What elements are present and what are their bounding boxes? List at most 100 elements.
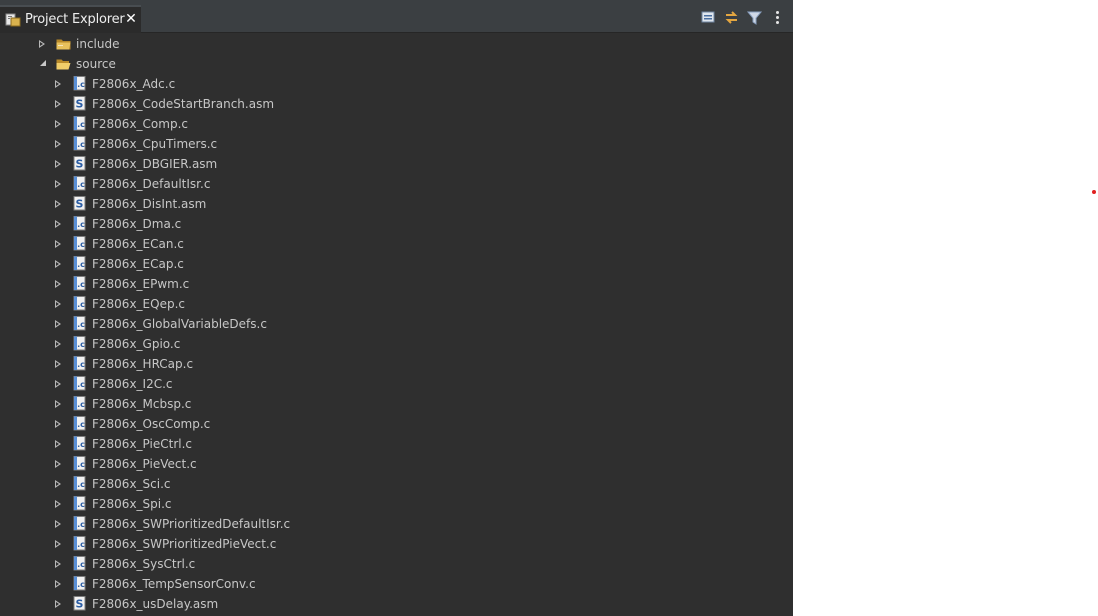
c-file-icon: .c [73,556,86,571]
tree-item-label: F2806x_EPwm.c [92,277,190,291]
tree-item-label: F2806x_usDelay.asm [92,597,219,611]
expand-arrow-icon[interactable] [55,340,61,348]
svg-text:.c: .c [77,500,85,509]
link-with-editor-icon[interactable] [723,9,740,26]
c-file-icon: .c [73,476,86,491]
expand-arrow-icon[interactable] [55,180,61,188]
expand-arrow-icon[interactable] [55,560,61,568]
tree-item-file[interactable]: .c F2806x_TempSensorConv.c [0,574,793,594]
svg-text:S: S [76,98,84,111]
tree-item-file[interactable]: .c F2806x_CpuTimers.c [0,134,793,154]
tree-item-file[interactable]: .c F2806x_Spi.c [0,494,793,514]
close-icon[interactable]: ✕ [124,12,138,26]
tree-item-file[interactable]: .c F2806x_Sci.c [0,474,793,494]
tree-item-file[interactable]: S F2806x_DisInt.asm [0,194,793,214]
expand-arrow-icon[interactable] [55,140,61,148]
expand-arrow-icon[interactable] [55,240,61,248]
svg-text:.c: .c [77,460,85,469]
expand-arrow-icon[interactable] [55,120,61,128]
tree-item-file[interactable]: .c F2806x_Mcbsp.c [0,394,793,414]
expand-arrow-icon[interactable] [55,440,61,448]
tree-item-source[interactable]: source [0,54,793,74]
tree-item-file[interactable]: .c F2806x_SWPrioritizedDefaultIsr.c [0,514,793,534]
tree-item-label: F2806x_SWPrioritizedPieVect.c [92,537,277,551]
c-file-icon: .c [73,76,86,91]
tree-item-label: F2806x_Adc.c [92,77,176,91]
tree-item-file[interactable]: .c F2806x_SWPrioritizedPieVect.c [0,534,793,554]
expand-arrow-icon[interactable] [55,80,61,88]
tree-item-file[interactable]: .c F2806x_ECan.c [0,234,793,254]
tree-item-file[interactable]: .c F2806x_SysCtrl.c [0,554,793,574]
tree-item-file[interactable]: S F2806x_usDelay.asm [0,594,793,614]
tree-item-file[interactable]: .c F2806x_ECap.c [0,254,793,274]
tree-item-file[interactable]: .c F2806x_EPwm.c [0,274,793,294]
svg-text:S: S [76,198,84,211]
expand-arrow-icon[interactable] [55,460,61,468]
expand-arrow-icon[interactable] [55,280,61,288]
collapse-arrow-icon[interactable] [40,60,46,66]
tree-item-label: F2806x_Spi.c [92,497,172,511]
expand-arrow-icon[interactable] [55,300,61,308]
tree-item-label: F2806x_Sci.c [92,477,171,491]
tree-item-file[interactable]: .c F2806x_PieCtrl.c [0,434,793,454]
tree-item-label: F2806x_I2C.c [92,377,173,391]
svg-text:.c: .c [77,480,85,489]
expand-arrow-icon[interactable] [39,40,45,48]
tree-item-label: include [76,37,120,51]
expand-arrow-icon[interactable] [55,580,61,588]
expand-arrow-icon[interactable] [55,100,61,108]
expand-arrow-icon[interactable] [55,200,61,208]
tree-item-file[interactable]: .c F2806x_PieVect.c [0,454,793,474]
filter-icon[interactable] [746,9,763,26]
tree-item-file[interactable]: .c F2806x_I2C.c [0,374,793,394]
c-file-icon: .c [73,516,86,531]
c-file-icon: .c [73,536,86,551]
tree-item-file[interactable]: .c F2806x_Comp.c [0,114,793,134]
expand-arrow-icon[interactable] [55,420,61,428]
expand-arrow-icon[interactable] [55,480,61,488]
tree-item-include[interactable]: include [0,34,793,54]
tree-item-label: F2806x_SysCtrl.c [92,557,196,571]
c-file-icon: .c [73,176,86,191]
view-menu-icon[interactable] [769,9,786,26]
tree-item-label: F2806x_PieVect.c [92,457,197,471]
tree-item-file[interactable]: .c F2806x_GlobalVariableDefs.c [0,314,793,334]
svg-text:S: S [76,158,84,171]
asm-file-icon: S [73,96,86,111]
expand-arrow-icon[interactable] [55,400,61,408]
collapse-all-icon[interactable] [700,9,717,26]
tree-item-file[interactable]: S F2806x_DBGIER.asm [0,154,793,174]
tree-item-file[interactable]: S F2806x_CodeStartBranch.asm [0,94,793,114]
tab-project-explorer[interactable]: Project Explorer ✕ [0,5,141,33]
svg-text:S: S [76,598,84,611]
svg-text:.c: .c [77,360,85,369]
expand-arrow-icon[interactable] [55,360,61,368]
tree-item-file[interactable]: .c F2806x_HRCap.c [0,354,793,374]
c-file-icon: .c [73,276,86,291]
tree-item-file[interactable]: .c F2806x_Dma.c [0,214,793,234]
asm-file-icon: S [73,596,86,611]
expand-arrow-icon[interactable] [55,160,61,168]
svg-text:.c: .c [77,540,85,549]
expand-arrow-icon[interactable] [55,600,61,608]
tree-item-file[interactable]: .c F2806x_Adc.c [0,74,793,94]
tree-item-file[interactable]: .c F2806x_Gpio.c [0,334,793,354]
tree-item-file[interactable]: .c F2806x_OscComp.c [0,414,793,434]
expand-arrow-icon[interactable] [55,540,61,548]
svg-text:.c: .c [77,440,85,449]
c-file-icon: .c [73,116,86,131]
tree-item-label: F2806x_DisInt.asm [92,197,207,211]
expand-arrow-icon[interactable] [55,260,61,268]
expand-arrow-icon[interactable] [55,320,61,328]
tree-item-file[interactable]: .c F2806x_DefaultIsr.c [0,174,793,194]
expand-arrow-icon[interactable] [55,520,61,528]
expand-arrow-icon[interactable] [55,500,61,508]
open-folder-icon [56,59,71,70]
tree-item-label: F2806x_DefaultIsr.c [92,177,211,191]
view-header: Project Explorer ✕ [0,0,793,33]
svg-text:.c: .c [77,120,85,129]
c-file-icon: .c [73,296,86,311]
tree-item-file[interactable]: .c F2806x_EQep.c [0,294,793,314]
expand-arrow-icon[interactable] [55,220,61,228]
expand-arrow-icon[interactable] [55,380,61,388]
